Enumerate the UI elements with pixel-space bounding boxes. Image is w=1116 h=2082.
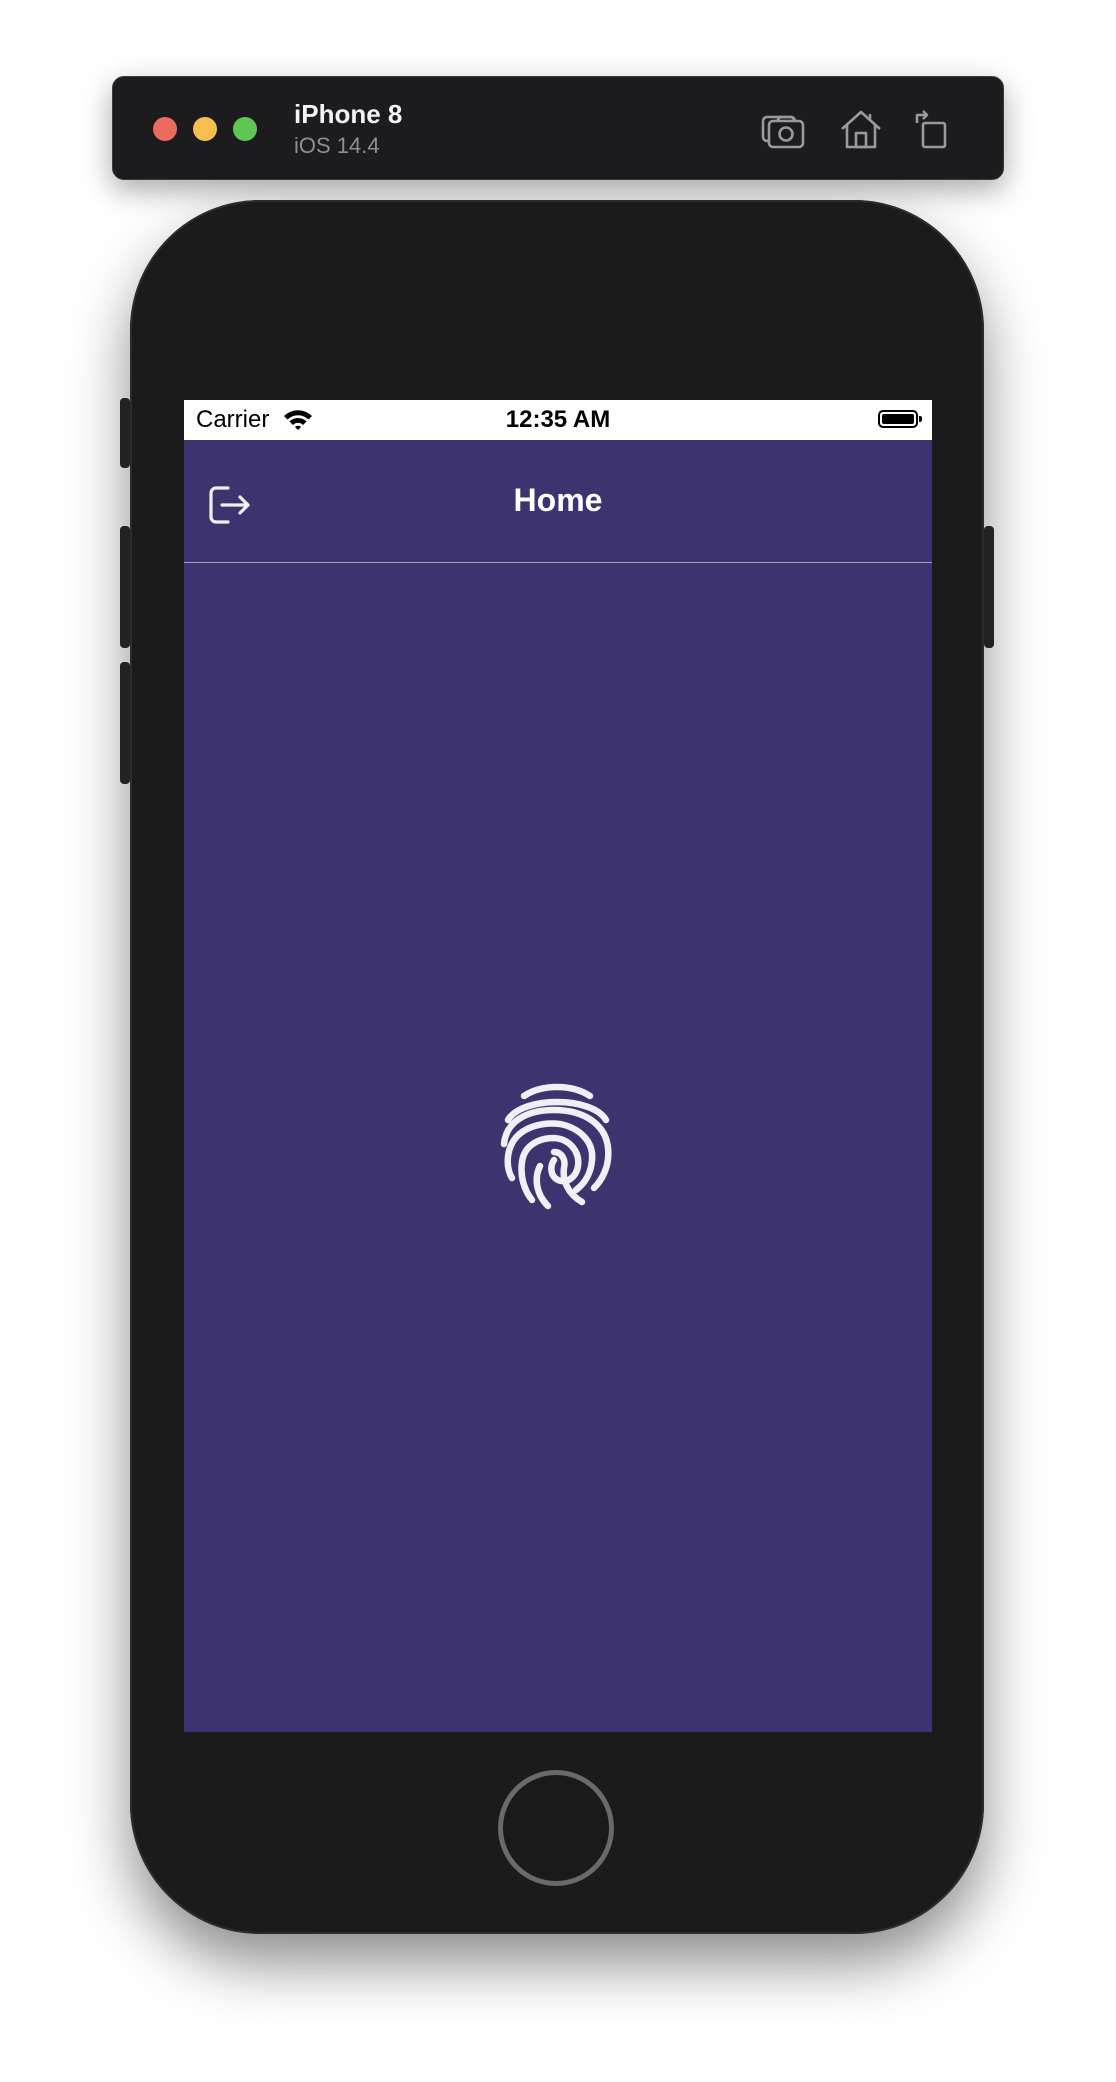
rotate-icon[interactable]: [909, 105, 957, 153]
simulator-window: iPhone 8 iOS 14.4 Carrier 12:35 AM Home: [0, 0, 1116, 2082]
navigation-bar: Home: [184, 440, 932, 563]
device-name: iPhone 8: [294, 99, 403, 129]
simulator-title-bar: iPhone 8 iOS 14.4: [112, 76, 1004, 180]
home-icon[interactable]: [837, 105, 885, 153]
app-screen: Carrier 12:35 AM Home: [184, 400, 932, 1732]
status-bar: Carrier 12:35 AM: [184, 400, 932, 440]
silent-switch: [120, 398, 130, 468]
battery-icon: [878, 410, 922, 428]
screenshot-icon[interactable]: [759, 105, 807, 153]
fingerprint-icon[interactable]: [498, 1082, 616, 1212]
zoom-window-button[interactable]: [233, 117, 257, 141]
volume-down-button: [120, 662, 130, 784]
page-title: Home: [513, 482, 603, 518]
status-time: 12:35 AM: [505, 406, 611, 433]
home-button[interactable]: [498, 1770, 614, 1886]
volume-up-button: [120, 526, 130, 648]
minimize-window-button[interactable]: [193, 117, 217, 141]
device-os-version: iOS 14.4: [294, 133, 380, 158]
power-button: [984, 526, 994, 648]
close-window-button[interactable]: [153, 117, 177, 141]
